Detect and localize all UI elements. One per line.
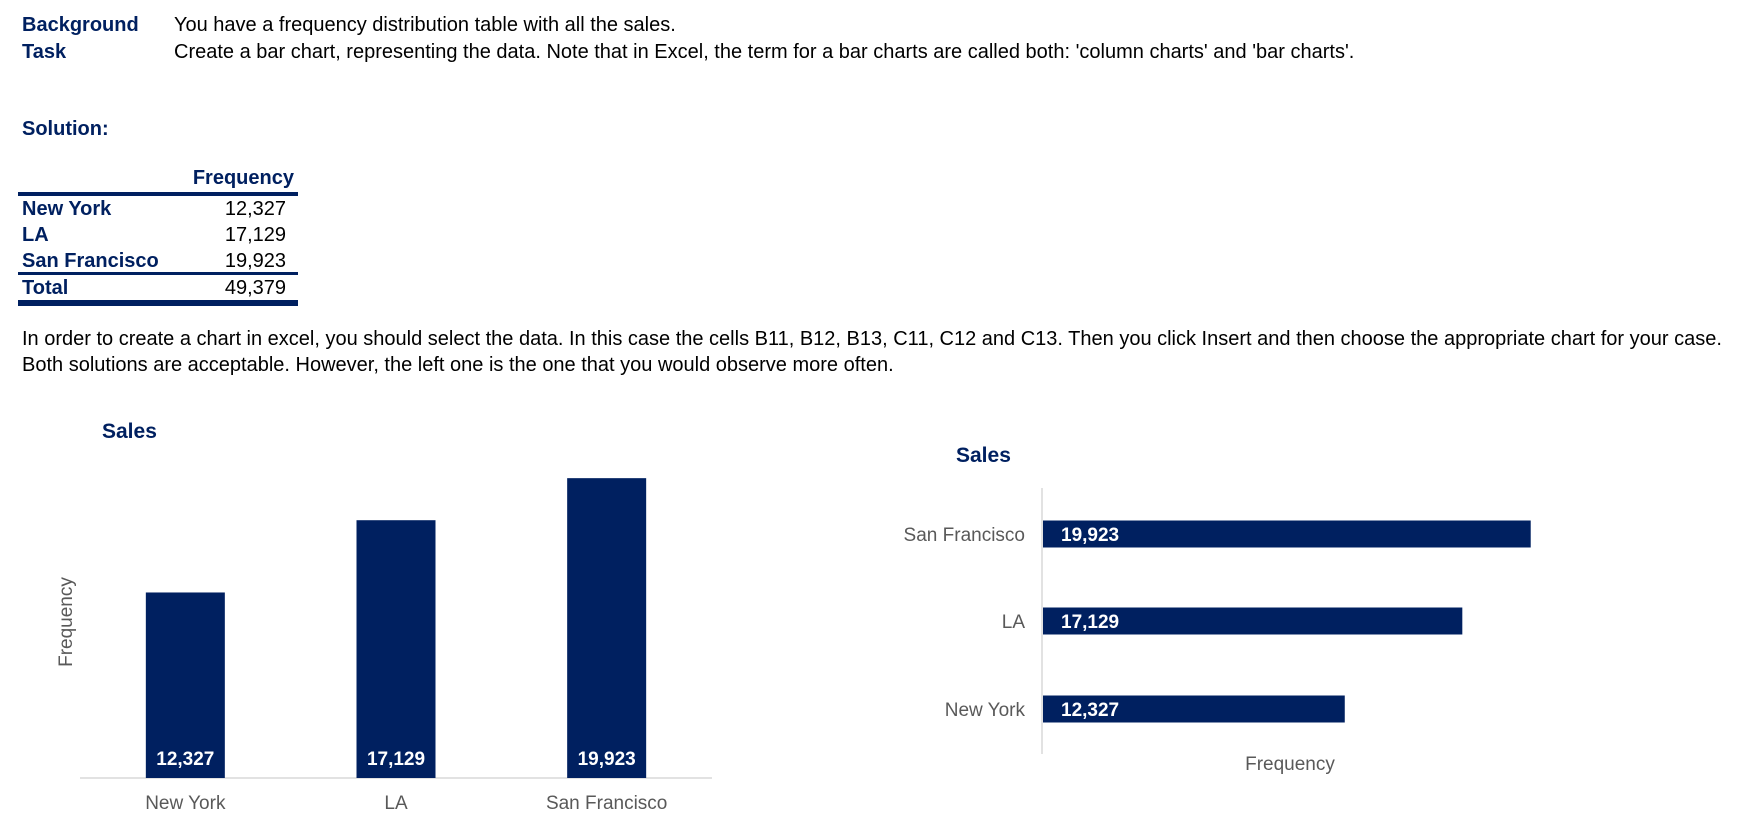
bar-category-label-new-york: New York bbox=[945, 700, 1026, 721]
column-data-label-new-york: 12,327 bbox=[156, 749, 214, 770]
column-category-label-la: LA bbox=[384, 793, 408, 814]
row-value-san-francisco: 19,923 bbox=[224, 250, 286, 272]
column-chart-y-axis-label: Frequency bbox=[56, 577, 77, 667]
table-row: San Francisco 19,923 bbox=[18, 248, 298, 274]
row-value-new-york: 12,327 bbox=[224, 198, 286, 220]
table-bottom-rule bbox=[18, 300, 298, 306]
table-total-row: Total 49,379 bbox=[18, 275, 298, 301]
row-value-la: 17,129 bbox=[224, 224, 286, 246]
bar-data-label-new-york: 12,327 bbox=[1061, 700, 1119, 721]
total-value: 49,379 bbox=[224, 277, 286, 299]
solution-label: Solution: bbox=[22, 118, 109, 140]
column-category-label-new-york: New York bbox=[145, 793, 226, 814]
instructions-line-1: In order to create a chart in excel, you… bbox=[22, 328, 1722, 350]
row-label-san-francisco: San Francisco bbox=[22, 250, 159, 272]
bar-data-label-la: 17,129 bbox=[1061, 612, 1119, 633]
task-text: Create a bar chart, representing the dat… bbox=[174, 41, 1355, 63]
column-bar-san-francisco bbox=[567, 478, 647, 778]
background-text: You have a frequency distribution table … bbox=[174, 14, 676, 36]
table-row: New York 12,327 bbox=[18, 196, 298, 222]
table-row: LA 17,129 bbox=[18, 222, 298, 248]
row-label-la: LA bbox=[22, 224, 49, 246]
bar-category-label-la: LA bbox=[1002, 612, 1026, 633]
column-data-label-la: 17,129 bbox=[367, 749, 425, 770]
frequency-column-header: Frequency bbox=[192, 167, 294, 189]
bar-data-label-san-francisco: 19,923 bbox=[1061, 525, 1119, 546]
total-label: Total bbox=[22, 277, 69, 299]
row-label-new-york: New York bbox=[22, 198, 112, 220]
column-category-label-san-francisco: San Francisco bbox=[546, 793, 667, 814]
bar-chart-title: Sales bbox=[956, 444, 1011, 467]
column-data-label-san-francisco: 19,923 bbox=[578, 749, 636, 770]
background-label: Background bbox=[22, 14, 139, 36]
bar-category-label-san-francisco: San Francisco bbox=[904, 525, 1025, 546]
column-chart-title: Sales bbox=[102, 420, 157, 443]
bar-chart-x-axis-label: Frequency bbox=[1245, 754, 1335, 775]
task-label: Task bbox=[22, 41, 67, 63]
column-bar-la bbox=[356, 520, 436, 778]
column-chart: Sales Frequency 12,327 New York 17,129 LA 19… bbox=[56, 420, 712, 814]
bar-chart: Sales Frequency 19,923 San Francisco 17,12… bbox=[904, 444, 1531, 775]
table-header-row: Frequency bbox=[18, 166, 298, 192]
instructions-line-2: Both solutions are acceptable. However, … bbox=[22, 354, 894, 376]
